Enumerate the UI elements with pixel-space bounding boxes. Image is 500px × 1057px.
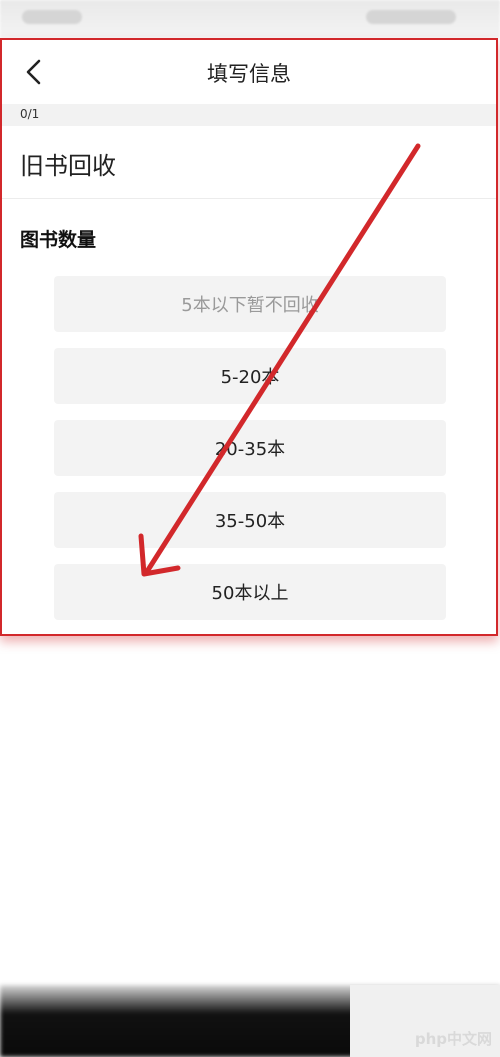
nav-bar: 填写信息 <box>2 40 496 104</box>
progress-strip: 0/1 <box>2 104 496 126</box>
page-title: 填写信息 <box>207 62 291 86</box>
option-5-20[interactable]: 5-20本 <box>54 348 446 404</box>
progress-counter: 0/1 <box>20 107 40 121</box>
watermark-text: php中文网 <box>414 1030 492 1048</box>
category-title: 旧书回收 <box>20 152 116 180</box>
divider <box>2 198 496 199</box>
highlight-frame: 填写信息 0/1 旧书回收 图书数量 5本以下暂不回收 5-20本 20-35本… <box>0 38 498 636</box>
section-heading: 图书数量 <box>20 229 97 251</box>
status-left-blur <box>22 10 82 24</box>
status-bar <box>0 0 500 38</box>
watermark: php中文网 <box>350 985 500 1057</box>
quantity-options: 5本以下暂不回收 5-20本 20-35本 35-50本 50本以上 <box>54 276 446 636</box>
option-35-50[interactable]: 35-50本 <box>54 492 446 548</box>
option-under-5: 5本以下暂不回收 <box>54 276 446 332</box>
status-right-blur <box>366 10 456 24</box>
option-over-50[interactable]: 50本以上 <box>54 564 446 620</box>
option-20-35[interactable]: 20-35本 <box>54 420 446 476</box>
